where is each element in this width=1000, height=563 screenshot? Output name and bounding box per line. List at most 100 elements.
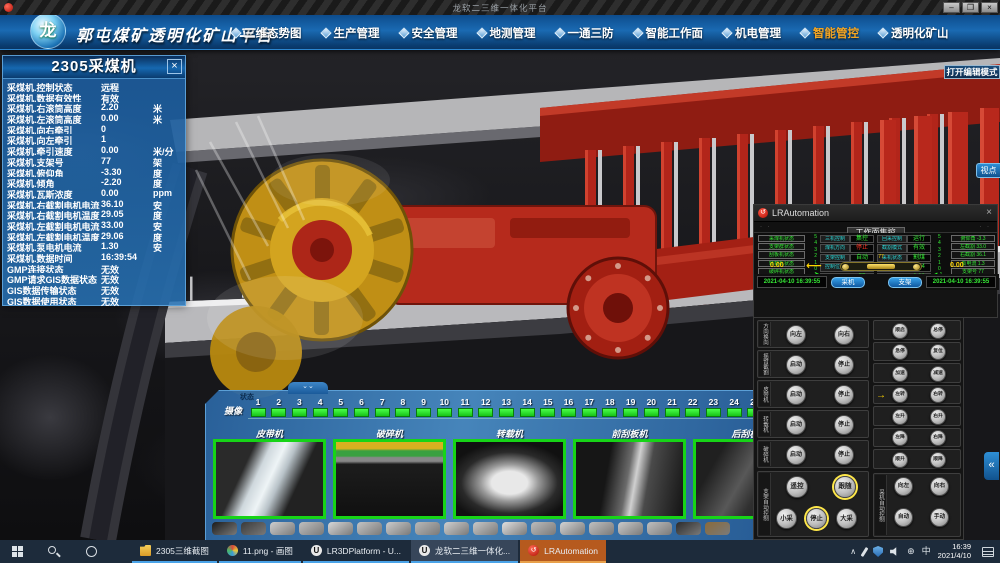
filmstrip-frame[interactable] — [560, 522, 585, 535]
start-button[interactable] — [0, 540, 34, 563]
channel-status-square[interactable] — [540, 408, 555, 417]
speaker-icon[interactable] — [890, 547, 900, 557]
nav-item-1[interactable]: 三维态势图 — [232, 25, 302, 41]
control-round-button[interactable]: 右转 — [930, 387, 946, 403]
control-round-button[interactable]: 总停 — [930, 323, 946, 339]
minimize-button[interactable]: – — [943, 2, 960, 13]
control-round-button[interactable]: 向右 — [930, 477, 949, 496]
lra-close-icon[interactable]: × — [986, 207, 992, 218]
filmstrip-frame[interactable] — [705, 522, 730, 535]
control-round-button[interactable]: 跟随 — [834, 476, 856, 498]
control-round-button[interactable]: 停止 — [834, 385, 854, 405]
control-round-button[interactable]: 顺启 — [892, 323, 908, 339]
channel-status-square[interactable] — [354, 408, 369, 417]
nav-item-5[interactable]: 一通三防 — [556, 25, 614, 41]
control-round-button[interactable]: 向左 — [786, 325, 806, 345]
filmstrip-frame[interactable] — [270, 522, 295, 535]
channel-status-square[interactable] — [706, 408, 721, 417]
control-round-button[interactable]: 大采 — [836, 508, 857, 529]
control-round-button[interactable]: 右降 — [930, 430, 946, 446]
nav-item-8[interactable]: 智能管控 — [801, 25, 859, 41]
filmstrip-frame[interactable] — [212, 522, 237, 535]
filmstrip-frame[interactable] — [415, 522, 440, 535]
control-round-button[interactable]: 减速 — [930, 366, 946, 382]
channel-status-square[interactable] — [582, 408, 597, 417]
network-globe-icon[interactable]: ⊕ — [907, 540, 915, 563]
channel-status-square[interactable] — [644, 408, 659, 417]
cortana-button[interactable] — [72, 540, 110, 563]
clock[interactable]: 16:39 2021/4/10 — [938, 543, 971, 560]
channel-status-square[interactable] — [602, 408, 617, 417]
control-round-button[interactable]: 遥控 — [786, 476, 808, 498]
control-round-button[interactable]: 停止 — [834, 415, 854, 435]
camera-thumbnail[interactable] — [453, 439, 566, 519]
control-round-button[interactable]: 自动 — [894, 508, 913, 527]
control-round-button[interactable]: 向左 — [894, 477, 913, 496]
filmstrip-frame[interactable] — [531, 522, 556, 535]
filmstrip-frame[interactable] — [357, 522, 382, 535]
control-round-button[interactable]: 启动 — [786, 355, 806, 375]
channel-status-square[interactable] — [251, 408, 266, 417]
control-round-button[interactable]: 急停 — [892, 344, 908, 360]
nav-item-6[interactable]: 智能工作面 — [634, 25, 704, 41]
control-round-button[interactable]: 启动 — [786, 445, 806, 465]
channel-status-square[interactable] — [665, 408, 680, 417]
channel-status-square[interactable] — [478, 408, 493, 417]
taskbar-item[interactable]: 11.png - 画图 — [219, 540, 301, 563]
control-round-button[interactable]: 右升 — [930, 409, 946, 425]
scada-right-button[interactable]: 左截割 33.0 — [951, 243, 995, 250]
channel-status-square[interactable] — [499, 408, 514, 417]
channel-status-square[interactable] — [437, 408, 452, 417]
filmstrip-frame[interactable] — [676, 522, 701, 535]
taskbar-item[interactable]: ↺LRAutomation — [520, 540, 606, 563]
channel-status-square[interactable] — [333, 408, 348, 417]
scada-left-button[interactable]: 采煤机状态 — [758, 235, 805, 242]
channel-status-square[interactable] — [727, 408, 742, 417]
control-round-button[interactable]: 加速 — [892, 366, 908, 382]
control-round-button[interactable]: 复位 — [930, 344, 946, 360]
viewpoint-tab[interactable]: 视点 — [976, 163, 1000, 178]
control-round-button[interactable]: 顺升 — [892, 452, 908, 468]
nav-item-4[interactable]: 地测管理 — [478, 25, 536, 41]
channel-status-square[interactable] — [292, 408, 307, 417]
channel-status-square[interactable] — [271, 408, 286, 417]
taskbar-item[interactable]: U龙软二三维一体化... — [411, 540, 518, 563]
channel-status-square[interactable] — [561, 408, 576, 417]
control-round-button[interactable]: 左转 — [892, 387, 908, 403]
control-round-button[interactable]: 停止 — [834, 355, 854, 375]
camera-thumbnail[interactable] — [213, 439, 326, 519]
filmstrip-frame[interactable] — [241, 522, 266, 535]
channel-status-square[interactable] — [685, 408, 700, 417]
gauge-bar[interactable] — [840, 262, 922, 271]
nav-item-2[interactable]: 生产管理 — [322, 25, 380, 41]
control-round-button[interactable]: 启动 — [786, 385, 806, 405]
maximize-button[interactable]: ❐ — [962, 2, 979, 13]
channel-status-square[interactable] — [313, 408, 328, 417]
filmstrip-frame[interactable] — [444, 522, 469, 535]
channel-status-square[interactable] — [375, 408, 390, 417]
search-button[interactable] — [34, 540, 72, 563]
camera-panel-chevron-tab[interactable]: ⌄⌄ — [288, 382, 328, 394]
open-edit-mode-button[interactable]: 打开编辑模式 — [944, 65, 1000, 79]
control-round-button[interactable]: 向右 — [834, 325, 854, 345]
panel-collapse-chevron[interactable]: « — [984, 452, 999, 480]
filmstrip-frame[interactable] — [502, 522, 527, 535]
pill-tab-left[interactable]: 采机 — [831, 277, 865, 288]
channel-status-square[interactable] — [520, 408, 535, 417]
filmstrip-frame[interactable] — [647, 522, 672, 535]
control-round-button[interactable]: 停止 — [806, 508, 827, 529]
channel-status-square[interactable] — [416, 408, 431, 417]
control-round-button[interactable]: 小采 — [776, 508, 797, 529]
filmstrip-frame[interactable] — [473, 522, 498, 535]
filmstrip-frame[interactable] — [618, 522, 643, 535]
defender-shield-icon[interactable] — [873, 546, 883, 557]
taskbar-item[interactable]: ULR3DPlatform - U... — [303, 540, 409, 563]
control-round-button[interactable]: 启动 — [786, 415, 806, 435]
filmstrip-frame[interactable] — [386, 522, 411, 535]
channel-status-square[interactable] — [623, 408, 638, 417]
control-round-button[interactable]: 顺降 — [930, 452, 946, 468]
control-round-button[interactable]: 停止 — [834, 445, 854, 465]
camera-thumbnail[interactable] — [573, 439, 686, 519]
filmstrip-frame[interactable] — [299, 522, 324, 535]
camera-thumbnail[interactable] — [333, 439, 446, 519]
